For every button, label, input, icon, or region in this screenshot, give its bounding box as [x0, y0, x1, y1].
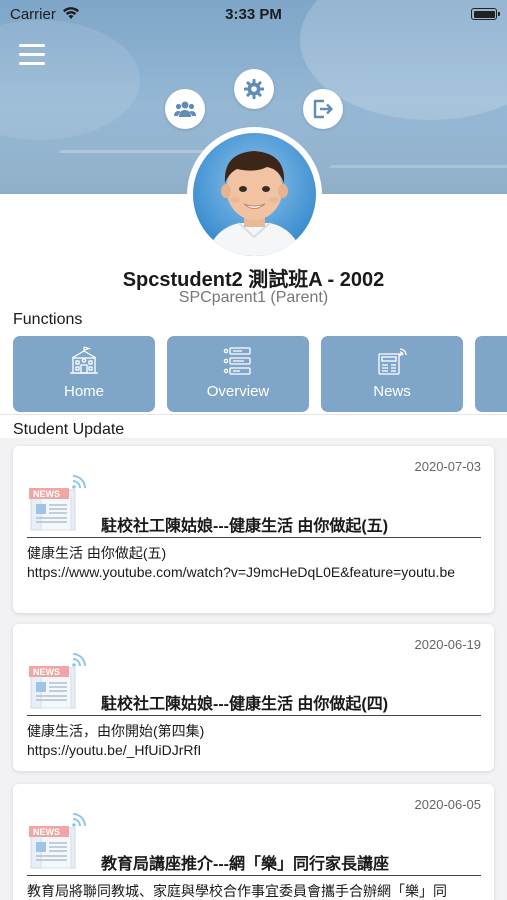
- function-news[interactable]: News: [321, 336, 463, 412]
- function-overview[interactable]: Overview: [167, 336, 309, 412]
- svg-text:NEWS: NEWS: [33, 667, 60, 677]
- update-card[interactable]: 2020-07-03 NEWS 駐校社工陳姑娘---健康生活 由你做起(五) 健…: [13, 446, 494, 613]
- news-thumbnail-icon: NEWS: [29, 653, 86, 709]
- parent-name: SPCparent1 (Parent): [178, 289, 329, 306]
- update-title: 駐校社工陳姑娘---健康生活 由你做起(五): [101, 518, 389, 535]
- status-bar: Carrier 3:33 PM: [0, 0, 507, 28]
- update-date: 2020-07-03: [414, 459, 482, 474]
- menu-button[interactable]: [19, 44, 45, 66]
- svg-text:NEWS: NEWS: [33, 489, 60, 499]
- logout-button[interactable]: [303, 89, 343, 129]
- student-photo: [193, 133, 316, 256]
- group-button[interactable]: [165, 89, 205, 129]
- gear-icon: [244, 79, 264, 99]
- update-date: 2020-06-05: [414, 797, 482, 812]
- function-more[interactable]: [475, 336, 507, 412]
- function-home[interactable]: Home: [13, 336, 155, 412]
- update-title: 駐校社工陳姑娘---健康生活 由你做起(四): [101, 696, 389, 713]
- update-divider: [27, 537, 481, 538]
- update-divider: [27, 715, 481, 716]
- group-icon: [174, 101, 196, 117]
- update-title: 教育局講座推介---網「樂」同行家長講座: [101, 856, 389, 873]
- student-update-title: Student Update: [13, 421, 125, 438]
- update-body: 教育局將聯同教城、家庭與學校合作事宜委員會攜手合辦網「樂」同: [27, 883, 447, 899]
- svg-text:NEWS: NEWS: [33, 827, 60, 837]
- clock: 3:33 PM: [225, 6, 282, 23]
- section-divider: [0, 414, 507, 415]
- news-thumbnail-icon: NEWS: [29, 475, 86, 531]
- news-thumbnail-icon: NEWS: [29, 813, 86, 869]
- update-card[interactable]: 2020-06-05 NEWS 教育局講座推介---網「樂」同行家長講座 教育局…: [13, 784, 494, 900]
- student-name: Spcstudent2 測試班A - 2002: [122, 269, 385, 291]
- logout-icon: [313, 99, 333, 119]
- news-icon: [378, 348, 407, 375]
- function-label: Home: [63, 383, 104, 400]
- update-body: 健康生活，由你開始(第四集) https://youtu.be/_HfUiDJr…: [27, 723, 205, 758]
- update-body: 健康生活 由你做起(五) https://www.youtube.com/wat…: [27, 545, 456, 580]
- update-divider: [27, 875, 481, 876]
- list-icon: [223, 347, 251, 375]
- functions-title: Functions: [13, 311, 83, 328]
- function-label: Overview: [206, 383, 270, 400]
- school-building-icon: [70, 346, 98, 374]
- update-date: 2020-06-19: [414, 637, 482, 652]
- update-card[interactable]: 2020-06-19 NEWS 駐校社工陳姑娘---健康生活 由你做起(四) 健…: [13, 624, 494, 771]
- settings-button[interactable]: [234, 69, 274, 109]
- battery-icon: [471, 8, 500, 20]
- student-update-list[interactable]: 2020-07-03 NEWS 駐校社工陳姑娘---健康生活 由你做起(五) 健…: [0, 438, 507, 900]
- function-label: News: [373, 383, 411, 400]
- avatar[interactable]: [187, 127, 322, 262]
- functions-carousel[interactable]: Home Overview News: [13, 336, 507, 412]
